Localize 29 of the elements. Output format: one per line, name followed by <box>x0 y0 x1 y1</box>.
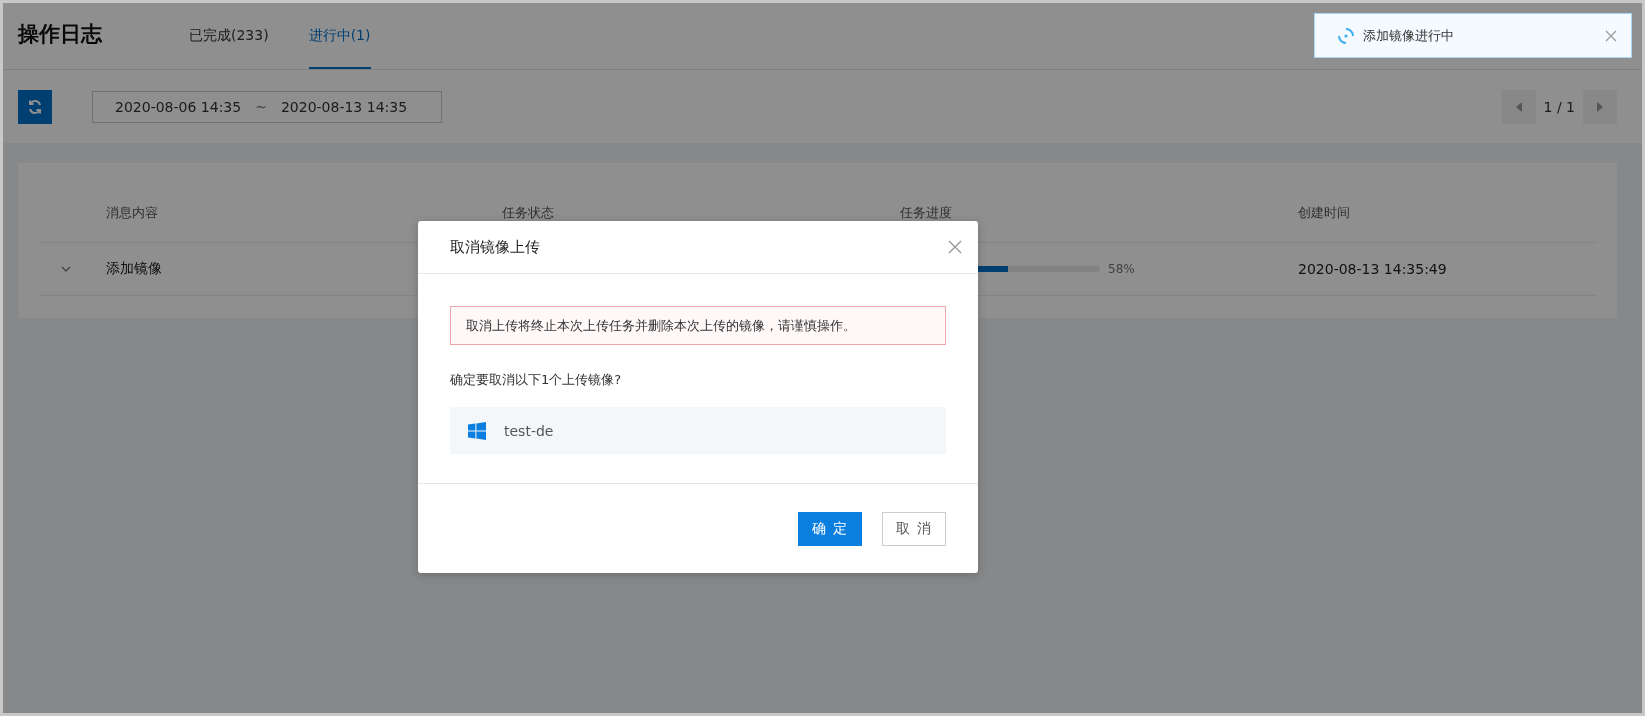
windows-icon <box>468 421 486 440</box>
table-cell-text: 2020-08-13 14:35:49 <box>1298 261 1448 277</box>
image-name: test-de <box>504 422 554 439</box>
column-header: 任务状态 <box>502 203 555 222</box>
date-range-field[interactable]: 2020-08-06 14:35 ~ 2020-08-13 14:35 <box>92 90 442 123</box>
loading-icon <box>1337 26 1355 45</box>
close-button[interactable] <box>1605 29 1617 42</box>
close-button[interactable] <box>948 240 962 254</box>
page-title: 操作日志 <box>18 21 102 48</box>
column-header: 消息内容 <box>106 203 159 222</box>
next-page-button[interactable] <box>1583 89 1617 124</box>
chevron-icon[interactable] <box>61 266 73 272</box>
previous-page-button[interactable] <box>1501 89 1536 124</box>
refresh-button[interactable] <box>18 89 52 124</box>
toast-message: 添加镜像进行中 <box>1363 26 1455 45</box>
left-triangle-icon <box>1515 101 1522 112</box>
table-cell-text: 添加镜像 <box>106 260 163 278</box>
column-header: 任务进度 <box>900 203 953 222</box>
page-indicator: 1 / 1 <box>1542 98 1576 115</box>
column-header: 创建时间 <box>1298 203 1351 222</box>
progress-reading: 58% <box>1108 262 1135 276</box>
dialog-title: 取消镜像上传 <box>450 237 540 257</box>
warning-alert: 取消上传将终止本次上传任务并删除本次上传的镜像，请谨慎操作。 <box>450 306 946 345</box>
cancel-button[interactable]: 取 消 <box>882 511 946 546</box>
confirm-button[interactable]: 确 定 <box>798 511 862 546</box>
refresh-icon <box>27 98 43 115</box>
right-triangle-icon <box>1597 101 1603 112</box>
tab[interactable]: 已完成(233) <box>189 3 269 69</box>
confirm-question: 确定要取消以下1个上传镜像? <box>450 371 622 389</box>
